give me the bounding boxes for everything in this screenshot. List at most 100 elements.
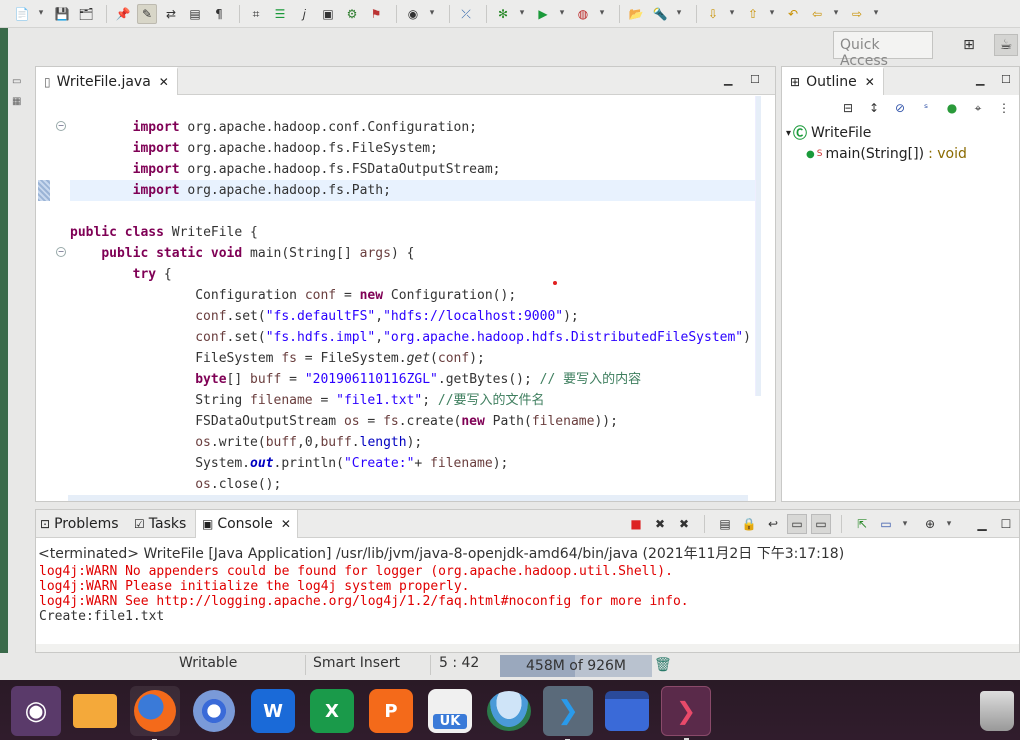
chevron-down-icon[interactable]: ▾ xyxy=(727,4,737,24)
hide-local-types-icon[interactable]: ⌖ xyxy=(968,98,988,118)
fold-toggle-icon[interactable]: − xyxy=(56,247,66,257)
outline-class-node[interactable]: ▾ Ⓒ WriteFile xyxy=(786,123,871,143)
tab-tasks[interactable]: ☑ Tasks xyxy=(134,510,186,538)
terminate-icon[interactable]: ■ xyxy=(626,514,646,534)
doc-icon[interactable]: 𝑗 xyxy=(294,4,314,24)
block-icon[interactable]: ▤ xyxy=(185,4,205,24)
run-config-icon[interactable]: ⚑ xyxy=(366,4,386,24)
code-line[interactable]: String filename = "file1.txt"; //要写入的文件名 xyxy=(70,390,761,411)
code-line[interactable]: import org.apache.hadoop.fs.Path; xyxy=(70,180,761,201)
package-explorer-icon[interactable]: ▦ xyxy=(12,96,26,110)
inspect-icon[interactable]: ⌗ xyxy=(246,4,266,24)
code-line[interactable]: conf.set("fs.hdfs.impl","org.apache.hado… xyxy=(70,327,761,348)
open-perspective-icon[interactable]: 📂 xyxy=(626,4,646,24)
show-stderr-icon[interactable]: ▭ xyxy=(811,514,831,534)
chevron-down-icon[interactable]: ▾ xyxy=(517,4,527,24)
clear-console-icon[interactable]: ▤ xyxy=(715,514,735,534)
trash-app[interactable] xyxy=(972,686,1020,736)
editor-vertical-scrollbar[interactable] xyxy=(755,96,761,396)
shop-app[interactable]: UK xyxy=(425,686,475,736)
heap-status[interactable]: 458M of 926M xyxy=(500,655,652,677)
chevron-down-icon[interactable]: ▾ xyxy=(674,4,684,24)
ubuntu-launcher-button[interactable]: ◉ xyxy=(11,686,61,736)
save-all-icon[interactable]: 🗂 xyxy=(76,4,96,24)
console-output[interactable]: log4j:WARN No appenders could be found f… xyxy=(39,564,689,624)
hide-fields-icon[interactable]: ⊘ xyxy=(890,98,910,118)
chevron-down-icon[interactable]: ▾ xyxy=(900,514,910,534)
store-app[interactable] xyxy=(484,686,534,736)
fold-toggle-icon[interactable]: − xyxy=(56,121,66,131)
scroll-lock-icon[interactable]: 🔒 xyxy=(739,514,759,534)
code-line[interactable]: os.close(); xyxy=(70,474,761,495)
code-line[interactable]: Configuration conf = new Configuration()… xyxy=(70,285,761,306)
chevron-down-icon[interactable]: ▾ xyxy=(427,4,437,24)
tab-problems[interactable]: ⊡ Problems xyxy=(40,510,119,538)
external-tools-icon[interactable]: ⤫ xyxy=(456,4,476,24)
outline-method-node[interactable]: ● S main(String[]) : void xyxy=(806,144,967,164)
maximize-icon[interactable]: ☐ xyxy=(1001,73,1011,86)
chevron-down-icon[interactable]: ▾ xyxy=(36,4,46,24)
tab-console[interactable]: ▣ Console ✕ xyxy=(195,510,298,538)
pin-console-icon[interactable]: ⇱ xyxy=(852,514,872,534)
powerpoint-app[interactable]: P xyxy=(366,686,416,736)
code-line[interactable]: conf.set("fs.defaultFS","hdfs://localhos… xyxy=(70,306,761,327)
forward-icon[interactable]: ⇨ xyxy=(847,4,867,24)
minimize-icon[interactable]: ▁ xyxy=(976,73,984,86)
chromium-app[interactable] xyxy=(189,686,239,736)
minimize-icon[interactable]: ▁ xyxy=(972,514,992,534)
firefox-app[interactable] xyxy=(130,686,180,740)
remove-all-icon[interactable]: ✖ xyxy=(674,514,694,534)
chevron-down-icon[interactable]: ▾ xyxy=(871,4,881,24)
editor-text-area[interactable]: − − import org.apache.hadoop.conf.Config… xyxy=(36,96,761,495)
prev-annotation-icon[interactable]: ⇧ xyxy=(743,4,763,24)
code-line[interactable]: public class WriteFile { xyxy=(70,222,761,243)
show-stdout-icon[interactable]: ▭ xyxy=(787,514,807,534)
close-icon[interactable]: ✕ xyxy=(865,75,875,89)
remove-launch-icon[interactable]: ✖ xyxy=(650,514,670,534)
code-line[interactable]: FileSystem fs = FileSystem.get(conf); xyxy=(70,348,761,369)
chevron-down-icon[interactable]: ▾ xyxy=(557,4,567,24)
close-icon[interactable]: ✕ xyxy=(159,75,169,89)
java-perspective-button[interactable]: ☕ xyxy=(994,34,1018,56)
code-line[interactable] xyxy=(70,201,761,222)
trash-icon[interactable]: 🗑 xyxy=(654,657,672,673)
minimize-icon[interactable]: ▁ xyxy=(724,73,732,86)
word-app[interactable]: W xyxy=(248,686,298,736)
code-line[interactable]: System.out.println("Create:"+ filename); xyxy=(70,453,761,474)
code-line[interactable]: import org.apache.hadoop.conf.Configurat… xyxy=(70,117,761,138)
code-line[interactable]: import org.apache.hadoop.fs.FileSystem; xyxy=(70,138,761,159)
code-line[interactable]: byte[] buff = "201906110116ZGL".getBytes… xyxy=(70,369,761,390)
run-icon[interactable]: ▶ xyxy=(533,4,553,24)
code-line[interactable]: os.write(buff,0,buff.length); xyxy=(70,432,761,453)
word-wrap-icon[interactable]: ↩ xyxy=(763,514,783,534)
restore-icon[interactable]: ▭ xyxy=(12,76,26,90)
expand-icon[interactable]: ▾ xyxy=(786,128,791,139)
quick-access-input[interactable]: Quick Access xyxy=(833,31,933,69)
whitespace-icon[interactable]: ¶ xyxy=(209,4,229,24)
skip-breakpoints-icon[interactable]: ◉ xyxy=(403,4,423,24)
chevron-down-icon[interactable]: ▾ xyxy=(944,514,954,534)
window-manager-app[interactable] xyxy=(602,686,652,736)
code-line[interactable]: try { xyxy=(70,264,761,285)
coverage-icon[interactable]: ◍ xyxy=(573,4,593,24)
chevron-down-icon[interactable]: ▾ xyxy=(831,4,841,24)
chevron-down-icon[interactable]: ▾ xyxy=(767,4,777,24)
debug-icon[interactable]: ✻ xyxy=(493,4,513,24)
toggle-icon[interactable]: ⇄ xyxy=(161,4,181,24)
tab-writefile-java[interactable]: ▯ WriteFile.java ✕ xyxy=(36,67,178,95)
hide-static-icon[interactable]: ˢ xyxy=(916,98,936,118)
sort-icon[interactable]: ↕ xyxy=(864,98,884,118)
close-icon[interactable]: ✕ xyxy=(281,517,291,531)
console-horizontal-scrollbar[interactable] xyxy=(36,644,1019,652)
open-type-icon[interactable]: ▣ xyxy=(318,4,338,24)
maximize-icon[interactable]: ☐ xyxy=(996,514,1016,534)
editor-horizontal-scrollbar[interactable] xyxy=(68,495,748,501)
files-app[interactable] xyxy=(70,686,120,736)
next-annotation-icon[interactable]: ⇩ xyxy=(703,4,723,24)
save-icon[interactable]: 💾 xyxy=(52,4,72,24)
view-menu-icon[interactable]: ⋮ xyxy=(994,98,1014,118)
code-line[interactable]: FSDataOutputStream os = fs.create(new Pa… xyxy=(70,411,761,432)
chevron-down-icon[interactable]: ▾ xyxy=(597,4,607,24)
code-line[interactable]: import org.apache.hadoop.fs.FSDataOutput… xyxy=(70,159,761,180)
search-icon[interactable]: 🔦 xyxy=(650,4,670,24)
